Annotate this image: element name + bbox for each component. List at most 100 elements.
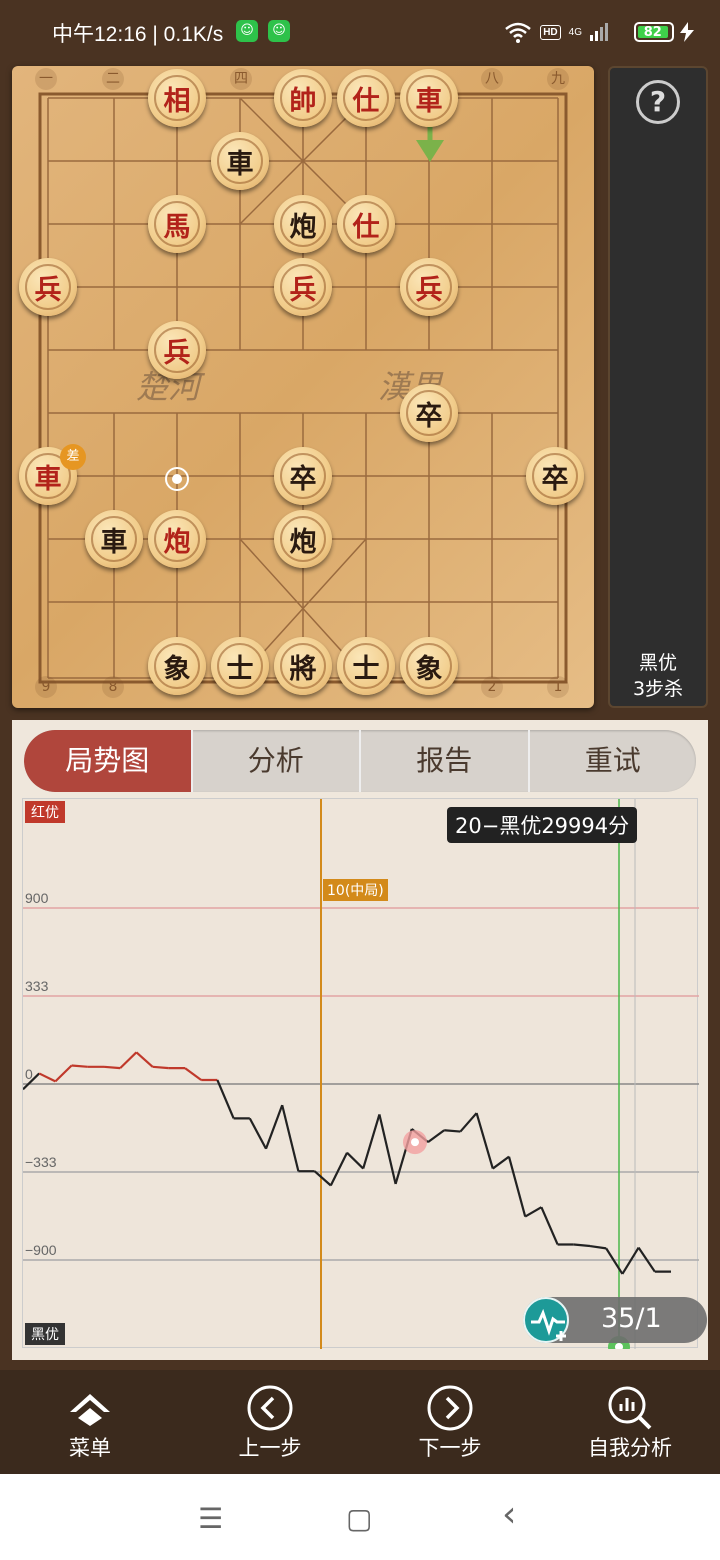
piece-red-shuai[interactable]: 帥 (274, 69, 332, 127)
series-segment (507, 1156, 527, 1217)
phase-tag: 10(中局) (323, 879, 388, 901)
file-label: 9 (35, 676, 57, 698)
prev-step-button[interactable]: 上一步 (180, 1370, 360, 1474)
piece-char: 卒 (280, 453, 326, 499)
piece-black-xiang-2[interactable]: 象 (400, 637, 458, 695)
series-segment (119, 1051, 138, 1069)
series-segment (281, 1104, 300, 1172)
piece-red-shi-2[interactable]: 仕 (337, 195, 395, 253)
piece-red-ju-1[interactable]: 車 (400, 69, 458, 127)
y-tick-label: −900 (25, 1242, 57, 1258)
back-icon[interactable]: ‹ (502, 1494, 516, 1535)
series-segment (573, 1243, 591, 1248)
piece-char: 卒 (406, 390, 452, 436)
series-segment (71, 1064, 88, 1068)
piece-black-zu-3[interactable]: 卒 (526, 447, 584, 505)
piece-char: 車 (217, 138, 263, 184)
eval-chart[interactable]: 900 333 0 −333 −900 红优 黑优 20−黑优29994分 10(中局)… (22, 798, 707, 1349)
series-segment (427, 1129, 445, 1144)
series-segment (264, 1104, 284, 1150)
file-label: 九 (547, 68, 569, 90)
board-grid (38, 92, 568, 684)
piece-char: 炮 (280, 516, 326, 562)
tab-report[interactable]: 报告 (359, 730, 528, 792)
piece-char: 將 (280, 643, 326, 689)
chart-tooltip: 20−黑优29994分 (447, 807, 638, 843)
series-segment (362, 1114, 381, 1169)
piece-black-ju-2[interactable]: 車 (85, 510, 143, 568)
piece-black-shi-2[interactable]: 士 (337, 637, 395, 695)
piece-char: 兵 (25, 264, 71, 310)
series-segment (248, 1117, 267, 1150)
eval-side-panel: ? 黑优 3步杀 (608, 66, 708, 708)
y-tick-label: −333 (25, 1154, 57, 1170)
piece-char: 象 (154, 643, 200, 689)
chart-bottom-label: 黑优 (25, 1323, 65, 1345)
chevron-left-icon (247, 1385, 293, 1431)
next-step-button[interactable]: 下一步 (360, 1370, 540, 1474)
move-counter-pill[interactable]: 35/1 (523, 1297, 707, 1343)
series-segment (152, 1065, 169, 1070)
move-target-icon[interactable] (162, 464, 192, 494)
home-icon[interactable]: ▢ (346, 1502, 372, 1535)
help-button[interactable]: ? (636, 80, 680, 124)
series-segment (216, 1079, 235, 1119)
file-label: 八 (481, 68, 503, 90)
file-label: 8 (102, 676, 124, 698)
piece-red-shi-1[interactable]: 仕 (337, 69, 395, 127)
piece-black-pao-2[interactable]: 炮 (274, 510, 332, 568)
eval-status: 黑优 (638, 652, 677, 674)
piece-black-ju-1[interactable]: 車 (211, 132, 269, 190)
series-segment (38, 1072, 56, 1083)
menu-label: 菜单 (69, 1436, 111, 1460)
piece-red-xiang-1[interactable]: 相 (148, 69, 206, 127)
series-segment (475, 1112, 494, 1169)
tab-trend-chart[interactable]: 局势图 (24, 730, 191, 792)
pulse-add-icon[interactable] (523, 1297, 569, 1343)
piece-red-bing-4[interactable]: 兵 (148, 321, 206, 379)
series-segment (329, 1152, 348, 1186)
piece-red-pao[interactable]: 炮 (148, 510, 206, 568)
chart-top-label: 红优 (25, 801, 65, 823)
bottom-nav: 菜单 上一步 下一步 自我分析 (0, 1370, 720, 1474)
chess-board[interactable]: 一 二 四 八 九 9 8 2 1 楚河 漢界 相帥仕車車馬炮仕兵兵兵兵卒車卒卒… (12, 66, 594, 708)
file-label: 2 (481, 676, 503, 698)
piece-char: 帥 (280, 75, 326, 121)
tab-retry[interactable]: 重试 (527, 730, 697, 792)
piece-black-zu-2[interactable]: 卒 (274, 447, 332, 505)
piece-char: 兵 (154, 327, 200, 373)
prev-step-label: 上一步 (238, 1436, 302, 1460)
wifi-icon (505, 22, 532, 43)
series-segment (540, 1206, 559, 1245)
eval-mate-count: 3步杀 (632, 678, 684, 700)
piece-char: 仕 (343, 75, 389, 121)
piece-char: 車 (91, 516, 137, 562)
tab-analysis[interactable]: 分析 (190, 730, 360, 792)
network-label: 4G (568, 26, 582, 38)
tab-bar: 局势图 分析 报告 重试 (24, 730, 696, 792)
piece-black-jiang[interactable]: 將 (274, 637, 332, 695)
series-segment (313, 1170, 332, 1187)
piece-char: 象 (406, 643, 452, 689)
piece-char: 車 (406, 75, 452, 121)
menu-button[interactable]: 菜单 (0, 1370, 180, 1474)
analysis-search-icon (608, 1386, 652, 1430)
piece-black-zu-1[interactable]: 卒 (400, 384, 458, 442)
piece-black-shi-1[interactable]: 士 (211, 637, 269, 695)
series-segment (135, 1051, 154, 1068)
piece-char: 相 (154, 75, 200, 121)
piece-red-ma[interactable]: 馬 (148, 195, 206, 253)
piece-red-bing-1[interactable]: 兵 (19, 258, 77, 316)
piece-red-bing-3[interactable]: 兵 (400, 258, 458, 316)
recent-apps-icon[interactable]: ☰ (198, 1502, 223, 1535)
piece-black-xiang-1[interactable]: 象 (148, 637, 206, 695)
move-counter-value: 35/1 (601, 1303, 662, 1334)
chevron-right-icon (427, 1385, 473, 1431)
piece-char: 炮 (154, 516, 200, 562)
piece-char: 士 (217, 643, 263, 689)
self-analysis-button[interactable]: 自我分析 (540, 1370, 720, 1474)
wechat-icon-2: ☺ (268, 20, 290, 42)
piece-black-pao-1[interactable]: 炮 (274, 195, 332, 253)
piece-red-bing-2[interactable]: 兵 (274, 258, 332, 316)
system-nav-bar: ☰ ▢ ‹ (0, 1474, 720, 1560)
